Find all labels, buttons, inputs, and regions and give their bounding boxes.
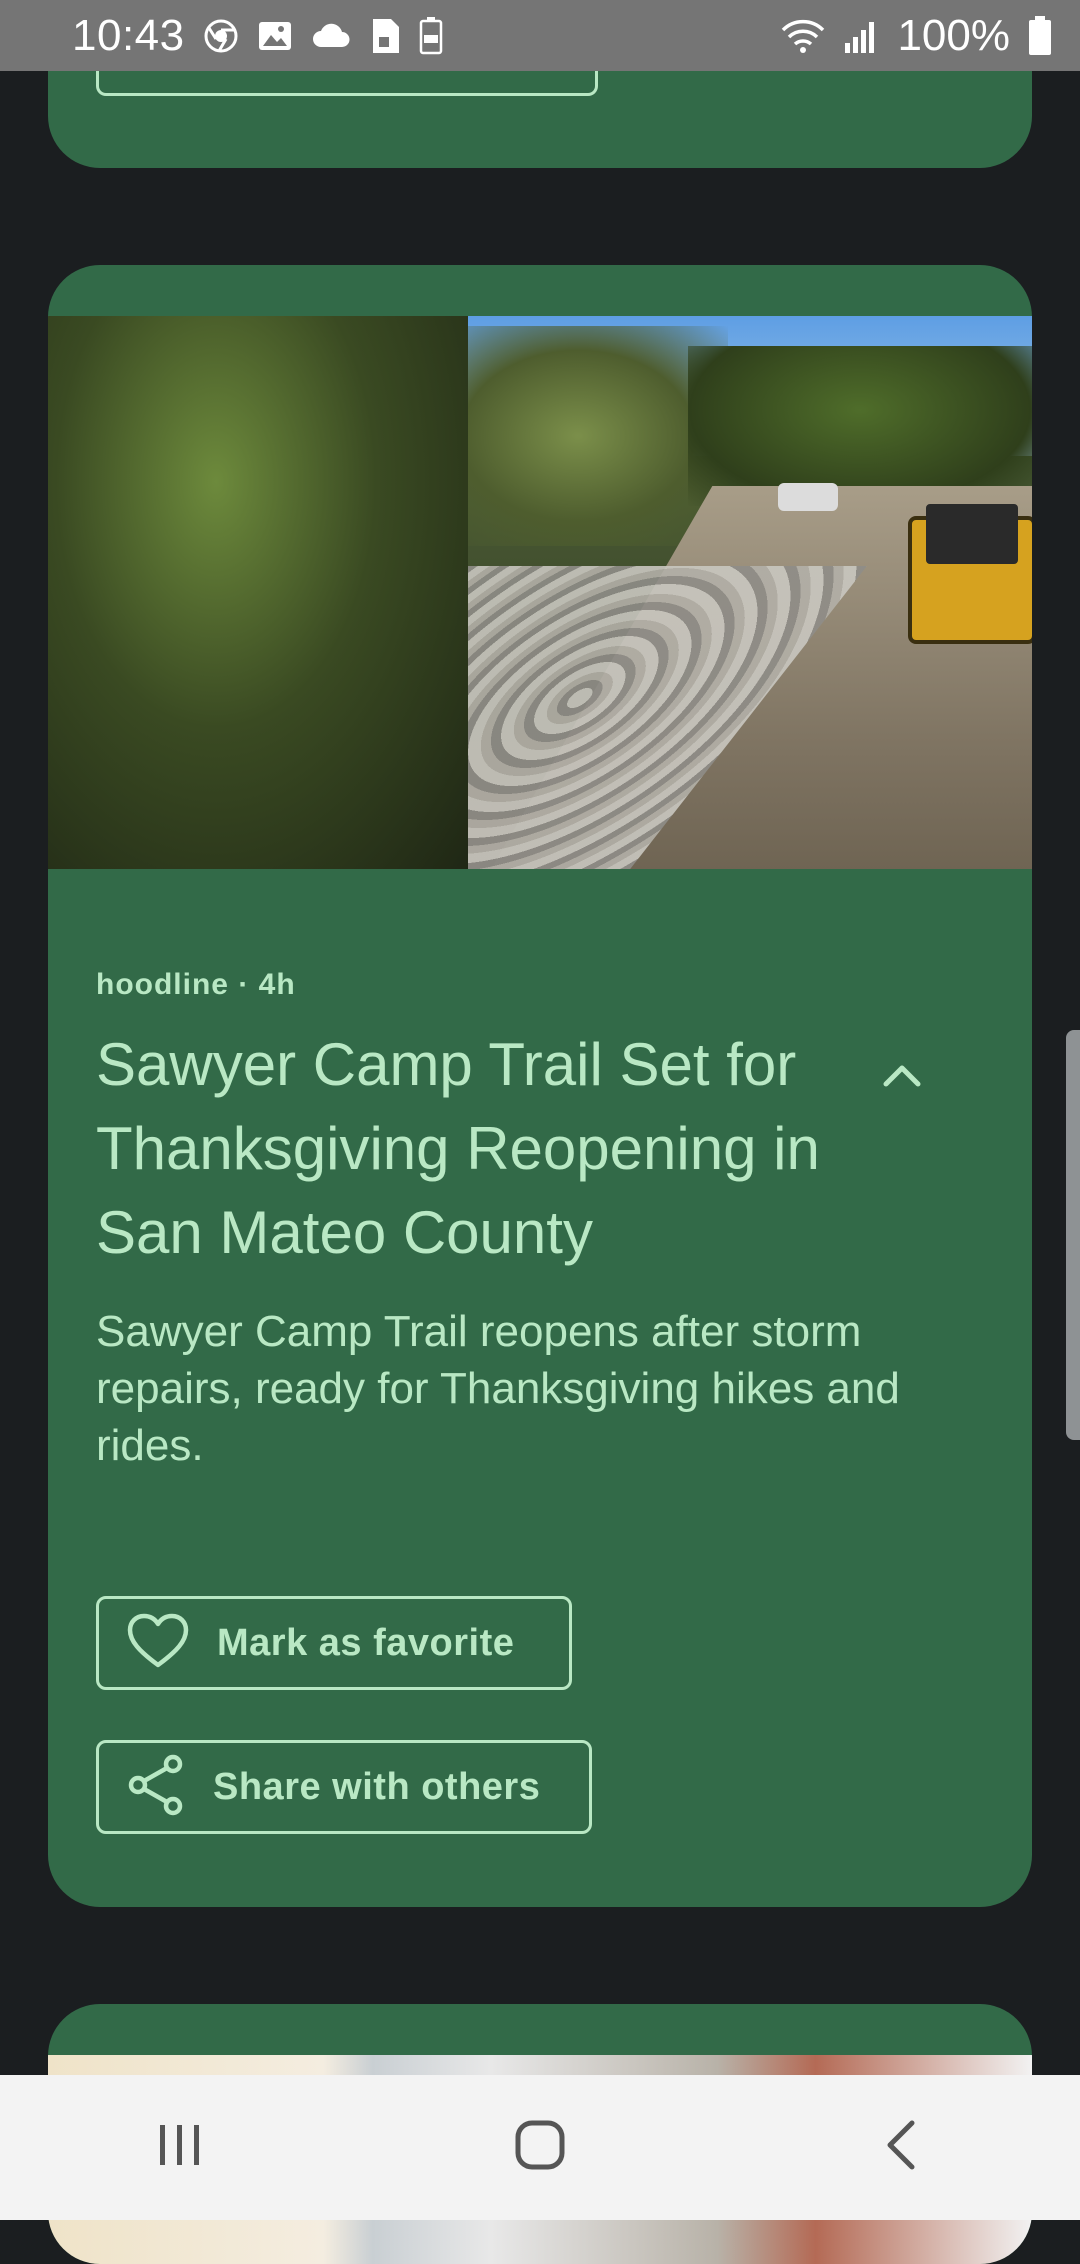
battery-saver-icon <box>419 16 443 55</box>
mark-favorite-button[interactable]: Mark as favorite <box>96 1596 572 1690</box>
status-bar: 10:43 100% <box>0 0 1080 71</box>
chevron-up-icon <box>882 1062 922 1093</box>
hero-car <box>778 483 838 511</box>
battery-icon <box>1028 15 1052 56</box>
hero-trees <box>428 326 728 546</box>
share-icon <box>127 1754 185 1821</box>
article-card[interactable]: hoodline · 4h Sawyer Camp Trail Set for … <box>48 265 1032 1907</box>
wifi-icon <box>781 18 825 54</box>
collapse-button[interactable] <box>872 1047 932 1107</box>
heart-icon <box>127 1613 189 1674</box>
hero-trees <box>48 316 468 869</box>
home-icon <box>514 2119 566 2176</box>
back-button[interactable] <box>820 2098 980 2198</box>
share-label: Share with others <box>213 1765 541 1808</box>
article-body: hoodline · 4h Sawyer Camp Trail Set for … <box>96 965 984 1474</box>
share-button[interactable]: Share with others <box>96 1740 592 1834</box>
home-button[interactable] <box>460 2098 620 2198</box>
status-time: 10:43 <box>72 10 185 60</box>
title-row: Sawyer Camp Trail Set for Thanksgiving R… <box>96 1023 984 1275</box>
article-meta: hoodline · 4h <box>96 968 296 1001</box>
battery-percentage: 100% <box>897 10 1010 60</box>
status-left: 10:43 <box>72 11 443 61</box>
article-hero-image <box>48 316 1032 869</box>
hero-trees <box>688 346 1032 506</box>
status-right: 100% <box>781 11 1052 61</box>
article-title[interactable]: Sawyer Camp Trail Set for Thanksgiving R… <box>96 1023 856 1275</box>
gallery-icon <box>257 18 293 54</box>
navigation-bar <box>0 2075 1080 2220</box>
recent-apps-icon <box>156 2121 204 2174</box>
back-icon <box>882 2119 918 2176</box>
recent-apps-button[interactable] <box>100 2098 260 2198</box>
mark-favorite-label: Mark as favorite <box>217 1621 515 1664</box>
scrollbar[interactable] <box>1066 1030 1080 1440</box>
sim-icon <box>369 17 401 55</box>
cloud-icon <box>311 21 351 51</box>
signal-icon <box>843 19 879 53</box>
article-summary: Sawyer Camp Trail reopens after storm re… <box>96 1307 900 1470</box>
chrome-icon <box>203 18 239 54</box>
hero-loader <box>908 504 1032 644</box>
